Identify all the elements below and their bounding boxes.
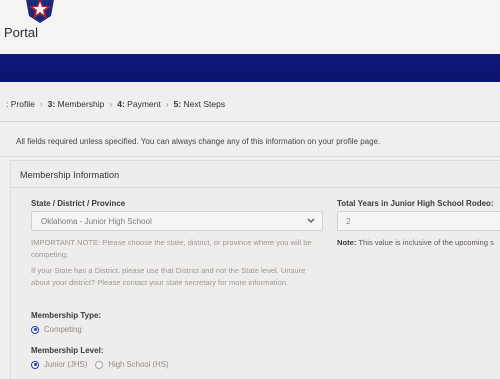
chevron-down-icon [307, 218, 315, 223]
required-fields-note: All fields required unless specified. Yo… [16, 137, 381, 146]
progress-steps: : Profile › 3: Membership › 4: Payment › 5: Ne… [6, 99, 226, 109]
high-school-label: High School (HS) [108, 360, 169, 369]
divider [11, 187, 500, 188]
high-school-radio[interactable] [95, 360, 104, 369]
years-input[interactable]: 2 [337, 211, 500, 231]
state-select[interactable]: Oklahoma - Junior High School [31, 211, 323, 231]
competing-label: Competing [44, 325, 82, 334]
junior-label: Junior (JHS) [44, 360, 88, 369]
step-next-steps[interactable]: 5: Next Steps [174, 99, 226, 109]
membership-level-options: Junior (JHS) High School (HS) [31, 360, 169, 369]
junior-radio[interactable] [31, 360, 39, 369]
divider [0, 121, 500, 122]
important-note: IMPORTANT NOTE: Please choose the state,… [31, 238, 312, 259]
years-note: Note: This value is inclusive of the upc… [337, 238, 494, 247]
header: Portal [0, 0, 500, 54]
step-profile[interactable]: : Profile [6, 99, 35, 109]
state-label: State / District / Province [31, 199, 126, 208]
logo-icon [26, 0, 54, 23]
page-title: Portal [4, 25, 38, 40]
membership-type-options: Competing [31, 325, 82, 334]
nav-banner [0, 54, 500, 82]
years-input-value: 2 [346, 217, 351, 226]
years-label: Total Years in Junior High School Rodeo: [337, 199, 494, 208]
district-help: If your State has a District, please use… [31, 266, 306, 287]
step-membership[interactable]: 3: Membership [48, 99, 105, 109]
divider [0, 156, 500, 157]
section-title: Membership Information [20, 170, 120, 180]
membership-type-label: Membership Type: [31, 311, 102, 320]
membership-level-label: Membership Level: [31, 346, 104, 355]
competing-radio[interactable] [31, 325, 39, 334]
step-payment[interactable]: 4: Payment [117, 99, 160, 109]
state-select-value: Oklahoma - Junior High School [41, 217, 152, 226]
